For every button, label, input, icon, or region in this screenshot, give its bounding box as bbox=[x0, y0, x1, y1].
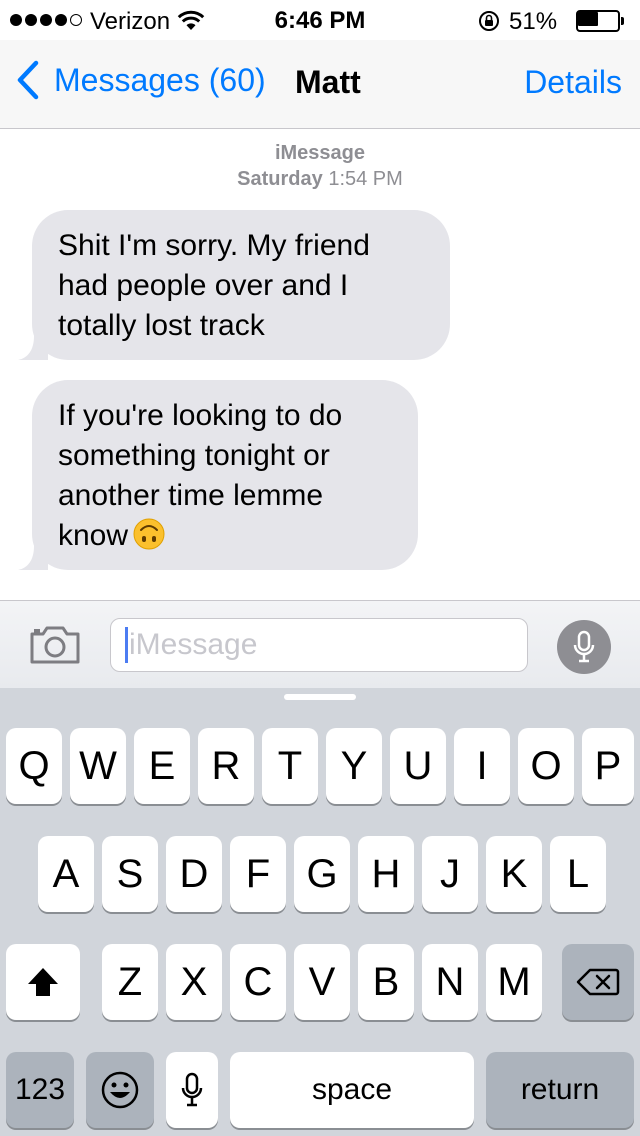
dictation-button[interactable] bbox=[557, 620, 611, 674]
key-c[interactable]: C bbox=[230, 944, 286, 1020]
key-g[interactable]: G bbox=[294, 836, 350, 912]
key-i[interactable]: I bbox=[454, 728, 510, 804]
message-text-line: another time lemme bbox=[58, 479, 324, 512]
incoming-message-bubble[interactable]: Shit I'm sorry. My friend had people ove… bbox=[18, 210, 450, 360]
bubble-tail bbox=[18, 330, 48, 360]
numbers-key[interactable]: 123 bbox=[6, 1052, 74, 1128]
message-text-line: Shit I'm sorry. My friend bbox=[58, 229, 370, 262]
status-bar: Verizon 6:46 PM 51% bbox=[0, 0, 640, 40]
message-input-placeholder: iMessage bbox=[129, 628, 258, 661]
key-v[interactable]: V bbox=[294, 944, 350, 1020]
navigation-bar: Messages (60) Matt Details bbox=[0, 40, 640, 129]
message-timestamp: iMessage Saturday 1:54 PM bbox=[0, 140, 640, 192]
emoji-key[interactable] bbox=[86, 1052, 154, 1128]
incoming-message-bubble[interactable]: If you're looking to do something tonigh… bbox=[18, 380, 418, 570]
key-b[interactable]: B bbox=[358, 944, 414, 1020]
key-m[interactable]: M bbox=[486, 944, 542, 1020]
key-a[interactable]: A bbox=[38, 836, 94, 912]
key-d[interactable]: D bbox=[166, 836, 222, 912]
key-z[interactable]: Z bbox=[102, 944, 158, 1020]
key-n[interactable]: N bbox=[422, 944, 478, 1020]
key-r[interactable]: R bbox=[198, 728, 254, 804]
text-cursor bbox=[125, 627, 128, 663]
microphone-icon bbox=[181, 1072, 203, 1107]
message-input[interactable]: iMessage bbox=[110, 618, 528, 672]
message-text-line: totally lost track bbox=[58, 309, 265, 342]
back-button[interactable]: Messages (60) bbox=[16, 60, 266, 100]
key-q[interactable]: Q bbox=[6, 728, 62, 804]
upside-down-face-icon bbox=[133, 518, 165, 550]
shift-key[interactable] bbox=[6, 944, 80, 1020]
timestamp-time: 1:54 PM bbox=[328, 168, 403, 190]
shift-icon bbox=[28, 968, 58, 996]
key-s[interactable]: S bbox=[102, 836, 158, 912]
chevron-left-icon bbox=[17, 60, 39, 100]
space-key[interactable]: space bbox=[230, 1052, 474, 1128]
key-w[interactable]: W bbox=[70, 728, 126, 804]
service-label: iMessage bbox=[274, 142, 366, 164]
message-text-line: If you're looking to do bbox=[58, 399, 343, 432]
key-x[interactable]: X bbox=[166, 944, 222, 1020]
emoji-icon bbox=[101, 1071, 139, 1109]
keyboard-grabber bbox=[284, 694, 356, 700]
key-f[interactable]: F bbox=[230, 836, 286, 912]
key-p[interactable]: P bbox=[582, 728, 634, 804]
camera-icon[interactable] bbox=[28, 624, 82, 664]
message-text-line: something tonight or bbox=[58, 439, 330, 472]
return-key[interactable]: return bbox=[486, 1052, 634, 1128]
timestamp-day: Saturday bbox=[237, 168, 323, 190]
key-k[interactable]: K bbox=[486, 836, 542, 912]
key-e[interactable]: E bbox=[134, 728, 190, 804]
key-t[interactable]: T bbox=[262, 728, 318, 804]
message-text-line: know bbox=[58, 516, 392, 556]
key-l[interactable]: L bbox=[550, 836, 606, 912]
back-button-label: Messages (60) bbox=[54, 61, 266, 98]
rotation-lock-icon bbox=[479, 11, 499, 31]
microphone-icon bbox=[573, 630, 595, 663]
message-input-bar: iMessage bbox=[0, 600, 640, 689]
key-u[interactable]: U bbox=[390, 728, 446, 804]
key-o[interactable]: O bbox=[518, 728, 574, 804]
battery-percent: 51% bbox=[509, 8, 558, 35]
dictation-key[interactable] bbox=[166, 1052, 218, 1128]
keyboard: Q W E R T Y U I O P A S D F G H J K L Z … bbox=[0, 688, 640, 1136]
key-j[interactable]: J bbox=[422, 836, 478, 912]
delete-key[interactable] bbox=[562, 944, 634, 1020]
delete-backspace-icon bbox=[576, 968, 620, 996]
message-text-word: know bbox=[58, 519, 129, 552]
key-h[interactable]: H bbox=[358, 836, 414, 912]
conversation-title: Matt bbox=[295, 64, 361, 100]
battery-icon bbox=[576, 10, 626, 32]
details-button[interactable]: Details bbox=[524, 64, 622, 101]
message-text-line: had people over and I bbox=[58, 269, 349, 302]
bubble-tail bbox=[18, 540, 48, 570]
key-y[interactable]: Y bbox=[326, 728, 382, 804]
